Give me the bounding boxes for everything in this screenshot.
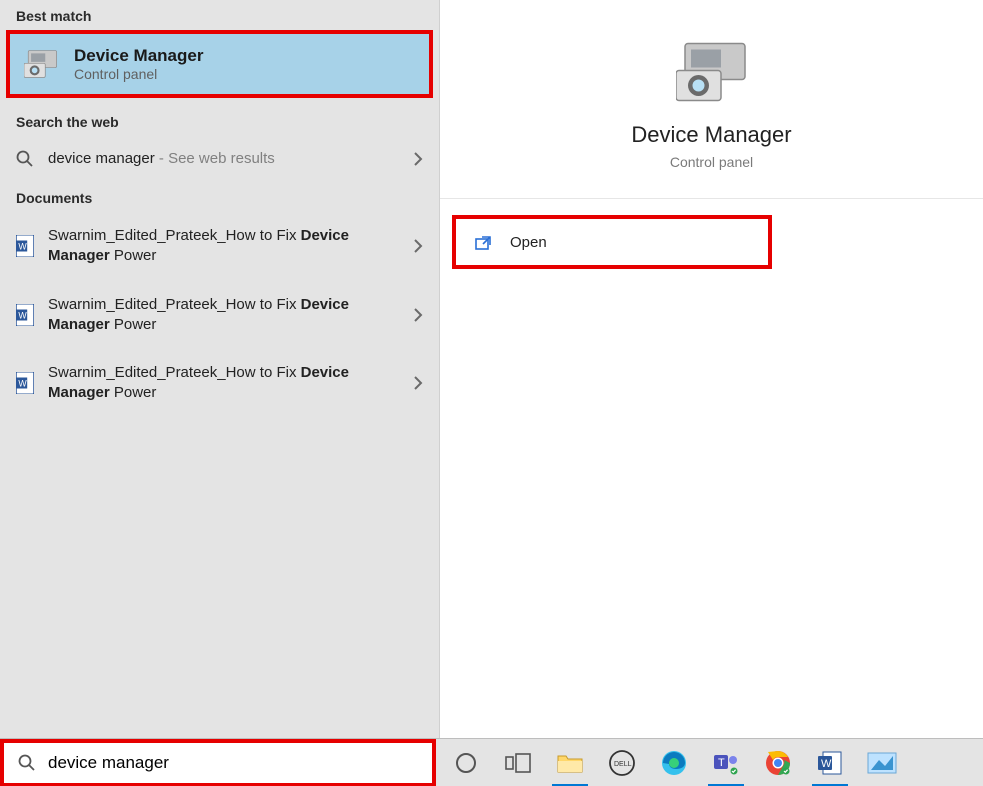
open-label: Open — [510, 234, 547, 251]
search-web-label: Search the web — [0, 106, 439, 136]
svg-text:T: T — [718, 757, 725, 769]
svg-text:DELL: DELL — [614, 761, 632, 768]
chrome-icon[interactable] — [754, 739, 802, 786]
document-result[interactable]: Swarnim_Edited_Prateek_How to Fix Device… — [0, 349, 439, 418]
preview-title: Device Manager — [631, 122, 791, 148]
word-document-icon — [16, 372, 34, 394]
search-input[interactable] — [48, 753, 418, 773]
open-external-icon — [474, 233, 492, 251]
svg-text:W: W — [821, 758, 832, 770]
edge-icon[interactable] — [650, 739, 698, 786]
preview-subtitle: Control panel — [670, 154, 753, 170]
open-action[interactable]: Open — [452, 215, 772, 269]
document-title: Swarnim_Edited_Prateek_How to Fix Device… — [48, 226, 399, 267]
document-title: Swarnim_Edited_Prateek_How to Fix Device… — [48, 363, 399, 404]
file-explorer-icon[interactable] — [546, 739, 594, 786]
taskbar: DELL T — [0, 738, 983, 786]
taskbar-search[interactable] — [0, 739, 436, 786]
documents-label: Documents — [0, 182, 439, 212]
search-icon — [16, 150, 34, 168]
best-match-title: Device Manager — [74, 46, 203, 66]
device-manager-icon — [24, 49, 58, 79]
cortana-icon[interactable] — [442, 739, 490, 786]
document-result[interactable]: Swarnim_Edited_Prateek_How to Fix Device… — [0, 281, 439, 350]
best-match-result[interactable]: Device Manager Control panel — [6, 30, 433, 98]
task-view-icon[interactable] — [494, 739, 542, 786]
search-icon — [18, 754, 36, 772]
document-result[interactable]: Swarnim_Edited_Prateek_How to Fix Device… — [0, 212, 439, 281]
word-document-icon — [16, 235, 34, 257]
search-results-panel: Best match Device Manager Control panel … — [0, 0, 440, 738]
word-icon[interactable]: W — [806, 739, 854, 786]
chevron-right-icon — [413, 151, 423, 167]
snipping-tool-icon[interactable] — [858, 739, 906, 786]
device-manager-icon — [676, 40, 748, 104]
chevron-right-icon — [413, 307, 423, 323]
web-hint-text: - See web results — [155, 150, 275, 167]
dell-icon[interactable]: DELL — [598, 739, 646, 786]
word-document-icon — [16, 304, 34, 326]
chevron-right-icon — [413, 375, 423, 391]
best-match-subtitle: Control panel — [74, 66, 203, 82]
teams-icon[interactable]: T — [702, 739, 750, 786]
chevron-right-icon — [413, 238, 423, 254]
web-search-result[interactable]: device manager - See web results — [0, 136, 439, 182]
document-title: Swarnim_Edited_Prateek_How to Fix Device… — [48, 295, 399, 336]
best-match-label: Best match — [0, 0, 439, 30]
preview-panel: Device Manager Control panel Open — [440, 0, 983, 738]
web-query-text: device manager — [48, 150, 155, 167]
